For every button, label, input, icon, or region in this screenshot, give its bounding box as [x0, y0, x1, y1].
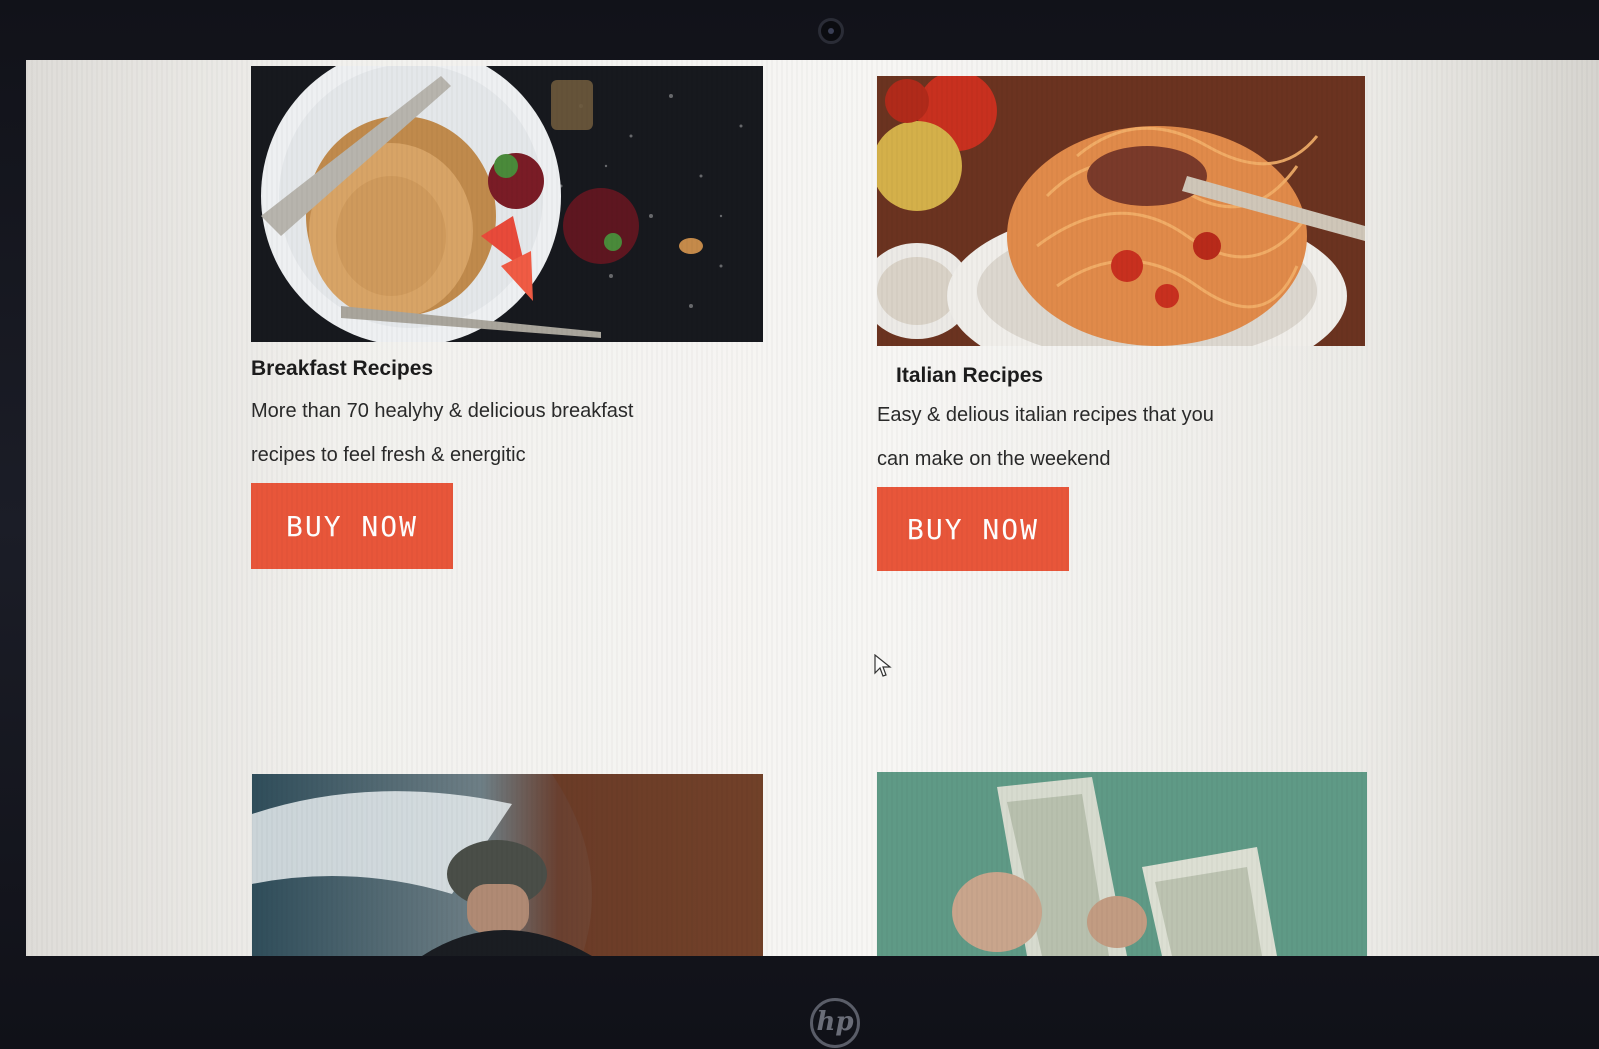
buy-now-button[interactable]: BUY NOW	[877, 487, 1069, 571]
description-line-2: can make on the weekend	[877, 448, 1111, 470]
hp-logo: hp	[810, 998, 860, 1048]
web-page: Breakfast Recipes More than 70 healyhy &…	[26, 60, 1599, 956]
description-line-1: Easy & delious italian recipes that you	[877, 404, 1214, 426]
card-title: Italian Recipes	[896, 364, 1044, 387]
description-line-2: recipes to feel fresh & energitic	[251, 444, 526, 466]
spaghetti-photo	[877, 76, 1365, 346]
webcam-icon	[818, 18, 844, 44]
pancakes-photo	[251, 66, 763, 342]
description-line-1: More than 70 healyhy & delicious breakfa…	[251, 400, 634, 422]
spaghetti-illustration	[877, 76, 1365, 346]
card-description: More than 70 healyhy & delicious breakfa…	[251, 389, 633, 477]
money-photo	[877, 772, 1367, 956]
money-illustration	[877, 772, 1367, 956]
card-description: Easy & delious italian recipes that you …	[877, 393, 1214, 481]
pancakes-illustration	[251, 66, 763, 342]
hiker-photo	[252, 774, 763, 956]
arrow-pointer-icon	[874, 654, 892, 677]
hiker-illustration	[252, 774, 763, 956]
buy-now-button[interactable]: BUY NOW	[251, 483, 453, 569]
card-title: Breakfast Recipes	[251, 357, 434, 380]
